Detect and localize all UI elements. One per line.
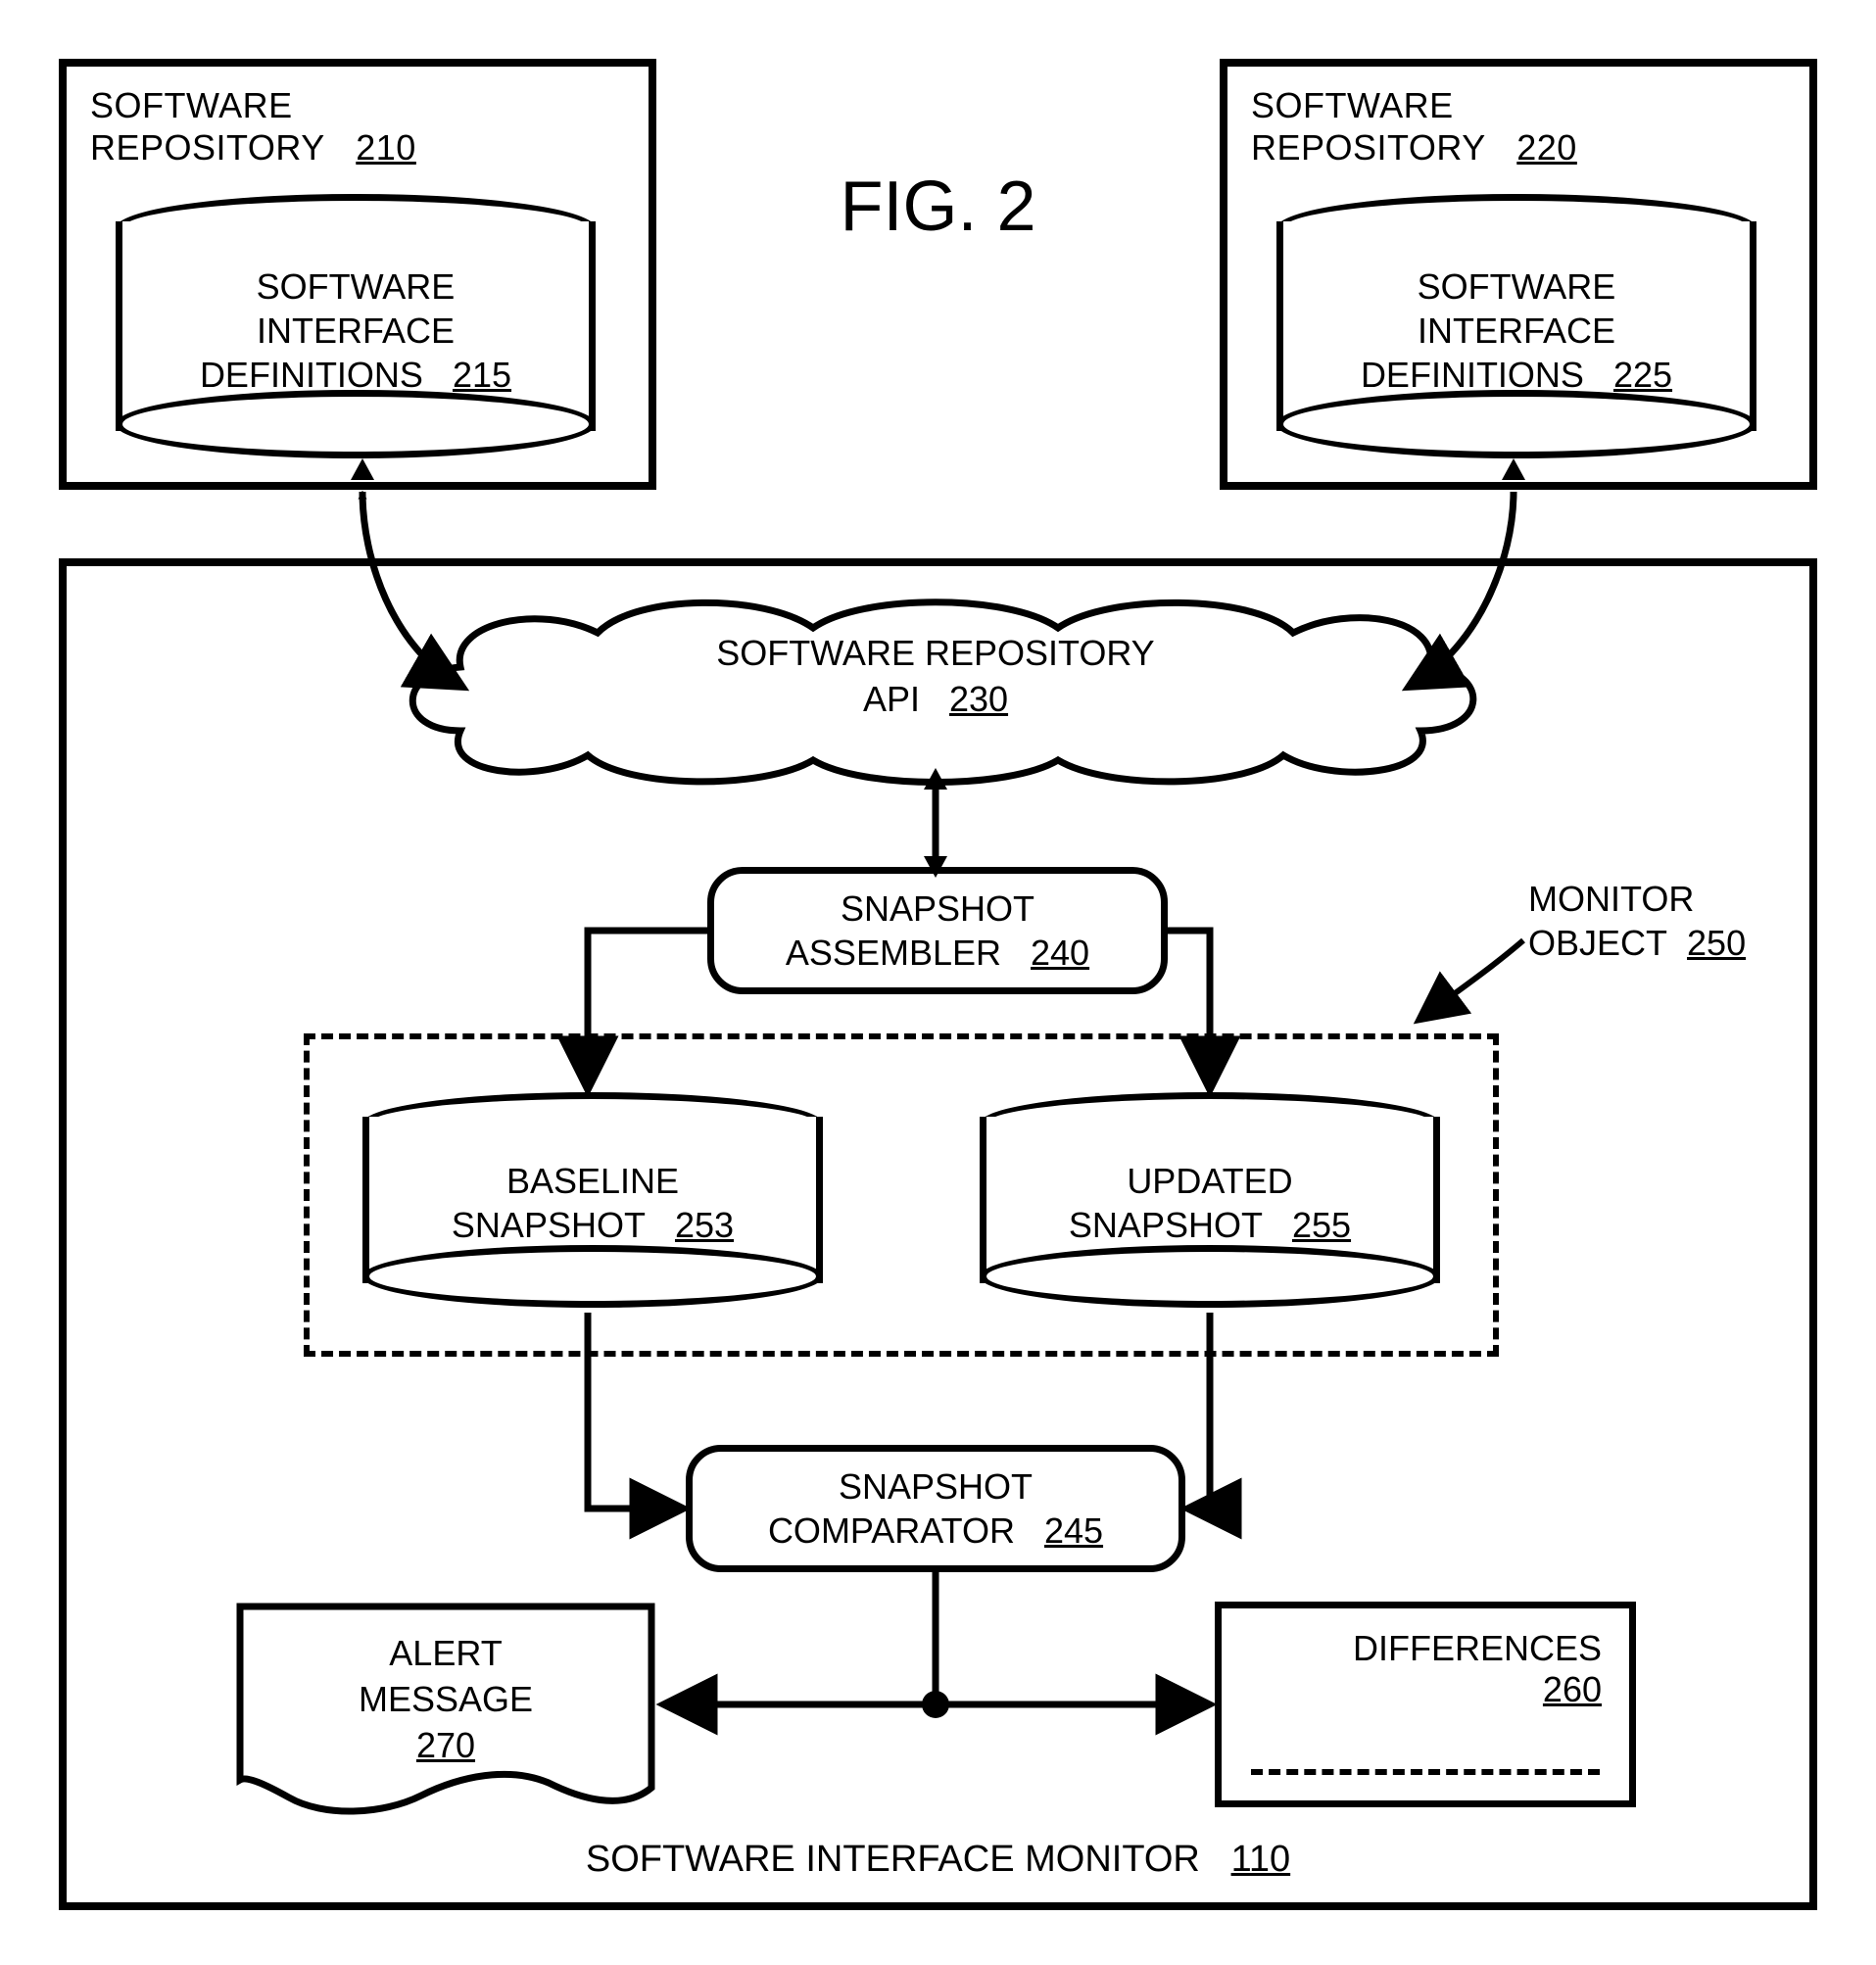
cloud-l2: API	[863, 679, 920, 719]
alert-l1: ALERT	[389, 1633, 502, 1673]
repo-left-cyl-l3: DEFINITIONS	[200, 355, 423, 395]
repo-right-ref: 220	[1516, 127, 1577, 168]
monitor-title-ref: 110	[1231, 1839, 1291, 1880]
alert-message-box: ALERT MESSAGE 270	[235, 1602, 656, 1817]
software-repository-left-box: SOFTWARE REPOSITORY 210 SOFTWARE INTERFA…	[59, 59, 656, 490]
updated-ref: 255	[1292, 1205, 1351, 1245]
alert-ref: 270	[416, 1725, 475, 1765]
repo-right-cyl-l2: INTERFACE	[1418, 311, 1615, 351]
repo-left-cyl-ref: 215	[453, 355, 511, 395]
repo-left-cyl-l1: SOFTWARE	[257, 266, 456, 307]
repo-right-title: SOFTWARE REPOSITORY 220	[1251, 84, 1786, 168]
repo-left-title-l2: REPOSITORY	[90, 127, 325, 168]
baseline-l1: BASELINE	[506, 1161, 679, 1201]
software-repository-right-box: SOFTWARE REPOSITORY 220 SOFTWARE INTERFA…	[1220, 59, 1817, 490]
assembler-l2: ASSEMBLER	[786, 933, 1001, 973]
monitor-object-ref: 250	[1687, 923, 1746, 963]
differences-dashes	[1251, 1769, 1600, 1775]
differences-ref: 260	[1543, 1669, 1602, 1709]
updated-l2: SNAPSHOT	[1069, 1205, 1263, 1245]
repo-right-cyl-l1: SOFTWARE	[1418, 266, 1616, 307]
comparator-ref: 245	[1044, 1510, 1103, 1551]
updated-l1: UPDATED	[1127, 1161, 1292, 1201]
cloud-l1: SOFTWARE REPOSITORY	[716, 633, 1154, 673]
baseline-l2: SNAPSHOT	[452, 1205, 646, 1245]
monitor-title-label: SOFTWARE INTERFACE MONITOR	[586, 1839, 1200, 1880]
differences-label: DIFFERENCES	[1353, 1628, 1602, 1668]
comparator-l2: COMPARATOR	[768, 1510, 1015, 1551]
cloud-api: SOFTWARE REPOSITORY API 230	[353, 584, 1518, 790]
alert-l2: MESSAGE	[359, 1679, 533, 1719]
baseline-ref: 253	[675, 1205, 734, 1245]
snapshot-assembler-box: SNAPSHOT ASSEMBLER 240	[707, 867, 1168, 994]
baseline-snapshot-cylinder: BASELINE SNAPSHOT 253	[362, 1092, 823, 1308]
comparator-l1: SNAPSHOT	[839, 1466, 1033, 1507]
assembler-ref: 240	[1031, 933, 1089, 973]
repo-right-cyl-ref: 225	[1613, 355, 1672, 395]
assembler-l1: SNAPSHOT	[841, 888, 1034, 929]
monitor-object-l1: MONITOR	[1528, 879, 1694, 919]
cloud-ref: 230	[949, 679, 1008, 719]
repo-left-cylinder: SOFTWARE INTERFACE DEFINITIONS 215	[116, 194, 596, 458]
repo-right-title-l1: SOFTWARE	[1251, 85, 1454, 125]
differences-box: DIFFERENCES 260	[1215, 1602, 1636, 1807]
repo-right-title-l2: REPOSITORY	[1251, 127, 1486, 168]
monitor-title: SOFTWARE INTERFACE MONITOR 110	[67, 1839, 1809, 1881]
monitor-object-label: MONITOR OBJECT 250	[1528, 877, 1746, 965]
snapshot-comparator-box: SNAPSHOT COMPARATOR 245	[686, 1445, 1185, 1572]
monitor-object-l2: OBJECT	[1528, 923, 1667, 963]
repo-left-ref: 210	[356, 127, 416, 168]
repo-left-title-l1: SOFTWARE	[90, 85, 293, 125]
repo-right-cylinder: SOFTWARE INTERFACE DEFINITIONS 225	[1276, 194, 1756, 458]
updated-snapshot-cylinder: UPDATED SNAPSHOT 255	[980, 1092, 1440, 1308]
repo-right-cyl-l3: DEFINITIONS	[1361, 355, 1584, 395]
repo-left-title: SOFTWARE REPOSITORY 210	[90, 84, 625, 168]
repo-left-cyl-l2: INTERFACE	[257, 311, 455, 351]
